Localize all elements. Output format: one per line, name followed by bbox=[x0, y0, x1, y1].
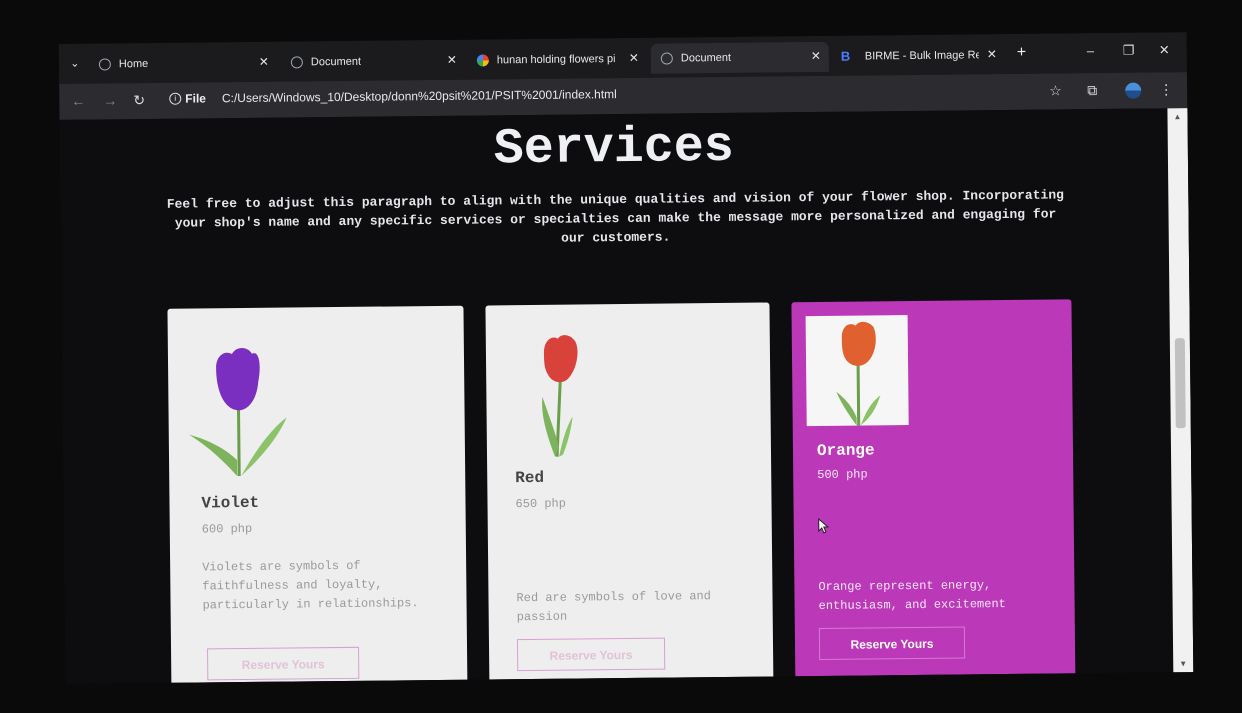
menu-icon[interactable]: ⋮ bbox=[1159, 81, 1173, 98]
product-card-red: Red 650 php Red are symbols of love and … bbox=[485, 302, 774, 684]
birme-icon: B bbox=[840, 48, 851, 64]
tab-search-icon[interactable]: ⌄ bbox=[65, 54, 85, 74]
product-card-violet: Violet 600 php Violets are symbols of fa… bbox=[167, 305, 468, 684]
reserve-button[interactable]: Reserve Yours bbox=[207, 646, 360, 681]
browser-window: ⌄ Home ✕ Document ✕ hunan holding flower… bbox=[58, 32, 1194, 684]
product-card-orange: Orange 500 php Orange represent energy, … bbox=[791, 299, 1076, 683]
card-price: 500 php bbox=[817, 467, 868, 483]
card-description: Orange represent energy, enthusiasm, and… bbox=[818, 578, 1006, 613]
reserve-button[interactable]: Reserve Yours bbox=[818, 626, 966, 660]
restore-icon[interactable]: ❐ bbox=[1123, 43, 1135, 59]
address-bar[interactable]: i File C:/Users/Windows_10/Desktop/donn%… bbox=[169, 87, 617, 106]
card-title: Orange bbox=[816, 441, 875, 461]
card-price: 650 php bbox=[515, 496, 567, 512]
tab-home[interactable]: Home ✕ bbox=[98, 48, 269, 80]
card-description: Violets are symbols of faithfulness and … bbox=[202, 558, 419, 613]
globe-icon bbox=[290, 56, 303, 69]
tab-label: BIRME - Bulk Image Resizin bbox=[864, 49, 979, 63]
url-text[interactable]: C:/Users/Windows_10/Desktop/donn%20psit%… bbox=[222, 87, 617, 105]
card-title: Violet bbox=[201, 493, 260, 513]
violet-tulip-image bbox=[188, 348, 287, 477]
scroll-up-icon[interactable]: ▲ bbox=[1173, 112, 1181, 121]
back-icon[interactable]: ← bbox=[71, 93, 85, 109]
file-chip: File bbox=[185, 91, 207, 106]
flower-bloom bbox=[543, 335, 578, 383]
card-title: Red bbox=[515, 468, 545, 488]
scrollbar-thumb[interactable] bbox=[1174, 338, 1186, 429]
services-description: Feel free to adjust this paragraph to al… bbox=[166, 187, 1064, 246]
scroll-down-icon[interactable]: ▼ bbox=[1179, 659, 1187, 668]
info-icon[interactable]: i bbox=[169, 92, 182, 105]
tab-google-search[interactable]: hunan holding flowers pink ✕ bbox=[476, 44, 639, 76]
close-icon[interactable]: ✕ bbox=[629, 51, 639, 65]
page-content: Services Feel free to adjust this paragr… bbox=[59, 108, 1174, 684]
tab-label: Document bbox=[680, 51, 732, 65]
globe-icon bbox=[98, 58, 111, 71]
services-title: Services bbox=[493, 118, 735, 179]
orange-tulip-frame bbox=[805, 315, 909, 427]
globe-icon bbox=[660, 52, 673, 65]
tab-document[interactable]: Document ✕ bbox=[290, 46, 457, 78]
minimize-icon[interactable]: – bbox=[1087, 43, 1094, 58]
tab-document-active[interactable]: Document ✕ bbox=[650, 41, 830, 74]
profile-avatar[interactable] bbox=[1125, 82, 1142, 99]
card-description: Red are symbols of love and passion bbox=[516, 589, 712, 625]
extensions-icon[interactable]: ⧉ bbox=[1087, 82, 1097, 99]
reserve-button[interactable]: Reserve Yours bbox=[516, 637, 666, 672]
tab-label: Document bbox=[310, 55, 362, 69]
flower-bloom bbox=[841, 321, 876, 366]
close-icon[interactable]: ✕ bbox=[987, 47, 997, 61]
forward-icon[interactable]: → bbox=[103, 92, 117, 108]
close-icon[interactable]: ✕ bbox=[811, 49, 821, 63]
reload-icon[interactable]: ↻ bbox=[133, 92, 145, 109]
tab-label: hunan holding flowers pink bbox=[496, 53, 615, 67]
close-icon[interactable]: ✕ bbox=[259, 55, 269, 69]
bookmark-star-icon[interactable]: ☆ bbox=[1049, 82, 1062, 99]
card-price: 600 php bbox=[201, 521, 253, 537]
orange-tulip-image bbox=[836, 321, 881, 426]
tab-label: Home bbox=[118, 57, 149, 71]
close-window-icon[interactable]: ✕ bbox=[1159, 42, 1170, 58]
red-tulip-image bbox=[542, 335, 578, 457]
mouse-cursor-icon bbox=[818, 517, 830, 534]
close-icon[interactable]: ✕ bbox=[447, 53, 457, 67]
tab-birme[interactable]: B BIRME - Bulk Image Resizin ✕ bbox=[841, 40, 997, 72]
google-icon bbox=[476, 54, 489, 67]
new-tab-button[interactable]: + bbox=[1017, 44, 1027, 62]
flower-bloom bbox=[216, 348, 260, 411]
